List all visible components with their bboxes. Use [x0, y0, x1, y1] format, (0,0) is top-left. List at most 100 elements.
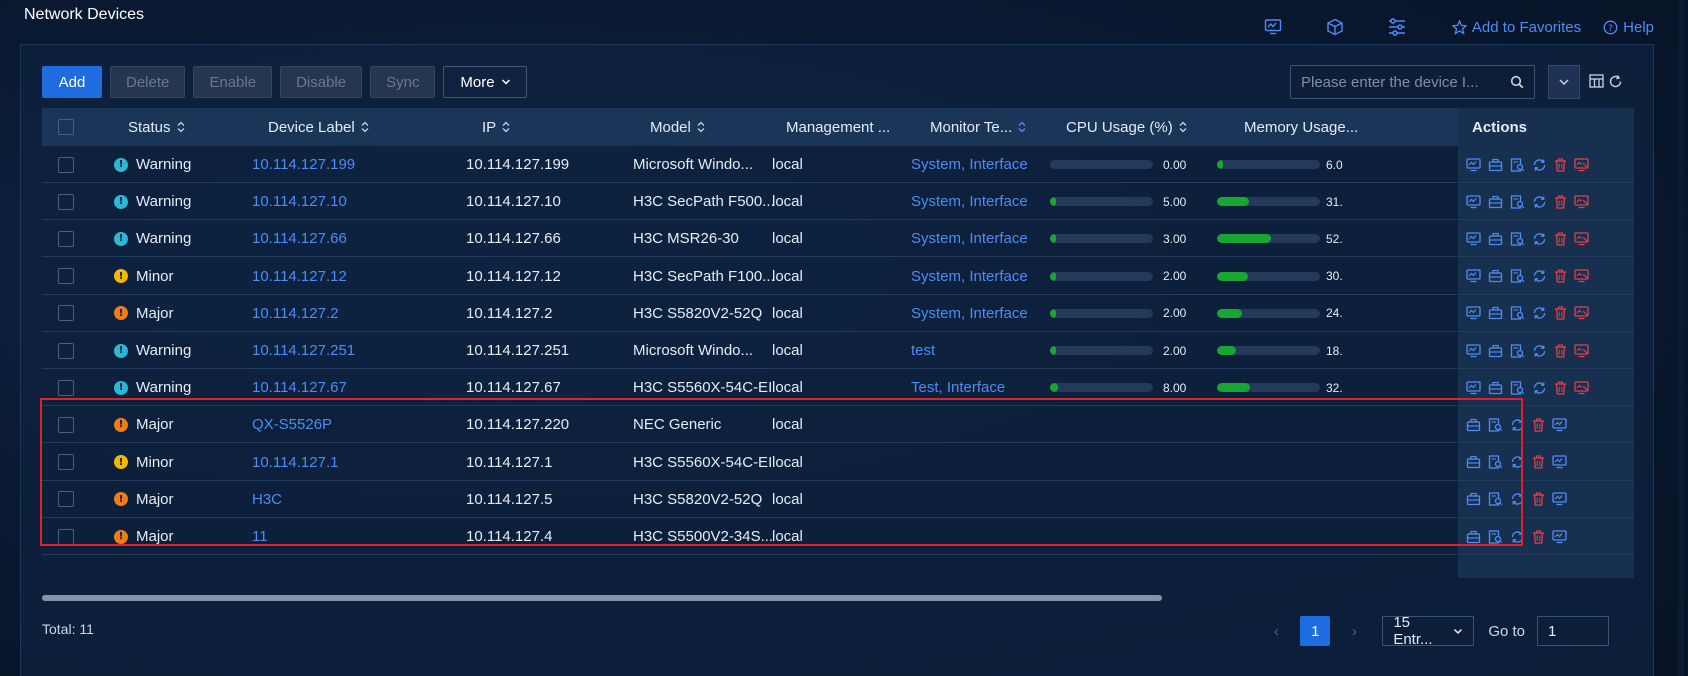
- disable-monitor-icon[interactable]: [1574, 381, 1589, 395]
- sync-icon[interactable]: [1510, 455, 1525, 469]
- column-settings-icon[interactable]: [1587, 72, 1605, 90]
- page-number-button[interactable]: 1: [1300, 616, 1331, 646]
- search-dropdown-button[interactable]: [1548, 65, 1580, 99]
- device-label-link[interactable]: 10.114.127.12: [252, 258, 347, 295]
- disable-monitor-icon[interactable]: [1574, 269, 1589, 283]
- delete-icon[interactable]: [1554, 381, 1567, 395]
- table-row[interactable]: ! Minor 10.114.127.1 10.114.127.1 H3C S5560X…: [42, 444, 1634, 481]
- disable-monitor-icon[interactable]: [1574, 306, 1589, 320]
- device-label-link[interactable]: 10.114.127.1: [252, 444, 338, 481]
- sync-icon[interactable]: [1532, 232, 1547, 246]
- settings-sliders-icon[interactable]: [1386, 16, 1408, 38]
- table-row[interactable]: ! Warning 10.114.127.199 10.114.127.199 Micr…: [42, 146, 1634, 183]
- delete-icon[interactable]: [1554, 306, 1567, 320]
- sync-icon[interactable]: [1532, 158, 1547, 172]
- monitor-template-link[interactable]: System, Interface: [911, 258, 1028, 295]
- device-label-link[interactable]: 10.114.127.199: [252, 146, 355, 183]
- column-header-memory-usage[interactable]: Memory Usage...: [1244, 119, 1358, 136]
- scrollbar-thumb[interactable]: [42, 595, 1162, 601]
- prev-page-icon[interactable]: ‹: [1262, 616, 1290, 646]
- sync-icon[interactable]: [1510, 418, 1525, 432]
- delete-icon[interactable]: [1532, 492, 1545, 506]
- sync-icon[interactable]: [1510, 530, 1525, 544]
- row-checkbox[interactable]: [58, 342, 74, 359]
- device-label-link[interactable]: 10.114.127.2: [252, 295, 338, 332]
- disable-monitor-icon[interactable]: [1574, 157, 1589, 172]
- disable-monitor-icon[interactable]: [1574, 343, 1589, 358]
- device-info-icon[interactable]: [1488, 158, 1503, 172]
- view-details-icon[interactable]: [1488, 455, 1503, 469]
- row-checkbox[interactable]: [58, 491, 74, 508]
- device-info-icon[interactable]: [1466, 530, 1481, 544]
- monitor-template-link[interactable]: System, Interface: [911, 295, 1028, 332]
- row-checkbox[interactable]: [58, 230, 74, 247]
- vertical-scrollbar[interactable]: [1678, 0, 1684, 676]
- device-label-link[interactable]: 11: [252, 518, 268, 555]
- device-label-link[interactable]: 10.114.127.67: [252, 369, 347, 406]
- delete-icon[interactable]: [1554, 343, 1567, 358]
- performance-monitor-icon[interactable]: [1466, 157, 1481, 172]
- table-row[interactable]: ! Warning 10.114.127.251 10.114.127.251 Micr…: [42, 332, 1634, 369]
- disable-button[interactable]: Disable: [280, 66, 363, 98]
- performance-monitor-icon[interactable]: [1552, 529, 1567, 544]
- device-info-icon[interactable]: [1466, 492, 1481, 506]
- performance-monitor-icon[interactable]: [1552, 492, 1567, 506]
- view-details-icon[interactable]: [1510, 306, 1525, 320]
- monitor-template-link[interactable]: System, Interface: [911, 146, 1028, 183]
- table-row[interactable]: ! Major 11 10.114.127.4 H3C S5500V2-34S... lo…: [42, 518, 1634, 555]
- device-info-icon[interactable]: [1466, 455, 1481, 469]
- table-row[interactable]: ! Major QX-S5526P 10.114.127.220 NEC Generic…: [42, 406, 1634, 444]
- device-info-icon[interactable]: [1488, 269, 1503, 283]
- column-header-cpu-usage[interactable]: CPU Usage (%): [1066, 119, 1187, 136]
- device-info-icon[interactable]: [1466, 418, 1481, 432]
- device-label-link[interactable]: QX-S5526P: [252, 406, 332, 443]
- column-header-monitor-template[interactable]: Monitor Te...: [930, 119, 1026, 136]
- view-details-icon[interactable]: [1510, 269, 1525, 283]
- device-info-icon[interactable]: [1488, 195, 1503, 209]
- delete-icon[interactable]: [1532, 529, 1545, 544]
- sync-icon[interactable]: [1532, 381, 1547, 395]
- performance-monitor-icon[interactable]: [1466, 343, 1481, 358]
- add-to-favorites-link[interactable]: Add to Favorites: [1451, 19, 1581, 36]
- help-link[interactable]: ? Help: [1603, 19, 1654, 36]
- view-details-icon[interactable]: [1510, 157, 1525, 172]
- row-checkbox[interactable]: [58, 416, 74, 433]
- row-checkbox[interactable]: [58, 156, 74, 173]
- monitor-template-link[interactable]: System, Interface: [911, 183, 1028, 220]
- device-info-icon[interactable]: [1488, 344, 1503, 358]
- row-checkbox[interactable]: [58, 379, 74, 396]
- device-label-link[interactable]: 10.114.127.10: [252, 183, 347, 220]
- disable-monitor-icon[interactable]: [1574, 195, 1589, 209]
- sync-icon[interactable]: [1532, 306, 1547, 320]
- row-checkbox[interactable]: [58, 528, 74, 545]
- performance-monitor-icon[interactable]: [1552, 418, 1567, 432]
- goto-page-input[interactable]: 1: [1537, 616, 1609, 646]
- disable-monitor-icon[interactable]: [1574, 232, 1589, 246]
- performance-monitor-icon[interactable]: [1466, 195, 1481, 209]
- monitor-template-link[interactable]: System, Interface: [911, 220, 1028, 257]
- sync-icon[interactable]: [1532, 344, 1547, 358]
- delete-icon[interactable]: [1554, 157, 1567, 172]
- delete-icon[interactable]: [1532, 455, 1545, 469]
- monitor-chart-icon[interactable]: [1262, 16, 1284, 38]
- device-info-icon[interactable]: [1488, 381, 1503, 395]
- horizontal-scrollbar[interactable]: [42, 595, 1634, 601]
- device-info-icon[interactable]: [1488, 306, 1503, 320]
- delete-icon[interactable]: [1532, 418, 1545, 432]
- device-label-link[interactable]: H3C: [252, 481, 282, 518]
- table-row[interactable]: ! Warning 10.114.127.10 10.114.127.10 H3C Se…: [42, 183, 1634, 221]
- performance-monitor-icon[interactable]: [1466, 232, 1481, 246]
- view-details-icon[interactable]: [1488, 492, 1503, 506]
- table-row[interactable]: ! Major 10.114.127.2 10.114.127.2 H3C S5820V…: [42, 295, 1634, 332]
- performance-monitor-icon[interactable]: [1466, 306, 1481, 320]
- row-checkbox[interactable]: [58, 305, 74, 322]
- view-details-icon[interactable]: [1488, 529, 1503, 544]
- view-details-icon[interactable]: [1510, 232, 1525, 246]
- performance-monitor-icon[interactable]: [1466, 269, 1481, 283]
- sync-icon[interactable]: [1532, 195, 1547, 209]
- sync-icon[interactable]: [1510, 492, 1525, 506]
- column-header-status[interactable]: Status: [128, 119, 185, 136]
- delete-icon[interactable]: [1554, 269, 1567, 283]
- page-size-select[interactable]: 15 Entr...: [1382, 614, 1475, 648]
- table-row[interactable]: ! Minor 10.114.127.12 10.114.127.12 H3C SecP…: [42, 258, 1634, 295]
